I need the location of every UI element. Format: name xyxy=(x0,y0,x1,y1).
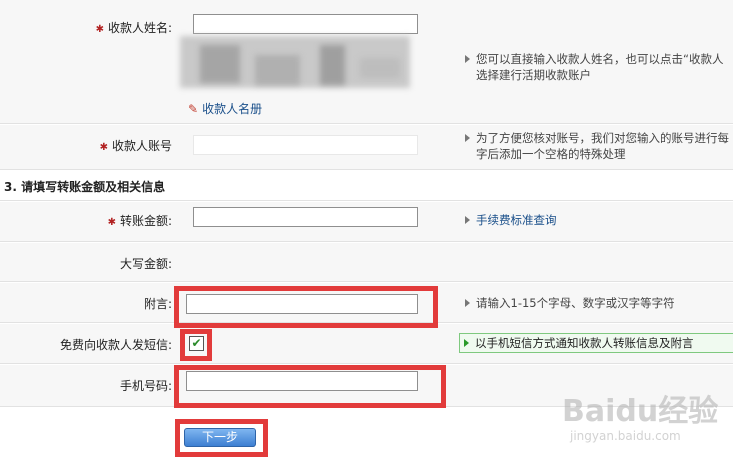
payee-account-input[interactable] xyxy=(193,135,418,155)
phone-highlight-box xyxy=(174,365,446,408)
sms-hint: 以手机短信方式通知收款人转账信息及附言 xyxy=(459,333,733,353)
sms-label: 免费向收款人发短信: xyxy=(59,338,172,352)
redacted-mosaic-part xyxy=(200,45,240,83)
sms-highlight-box xyxy=(180,329,212,361)
payee-name-row: ✱ 收款人姓名: ✎ 收款人名册 您可以直接输入收款人姓名，也可以点击“收款人 选择… xyxy=(0,0,733,124)
amount-label: ✱ 转账金额: xyxy=(107,214,172,228)
amount-upper-row: 大写金额: xyxy=(0,243,733,282)
arrow-icon xyxy=(465,216,470,224)
memo-hint: 请输入1-15个字母、数字或汉字等字符 xyxy=(465,295,675,311)
payee-account-hint: 为了方便您核对账号，我们对您输入的账号进行每 字后添加一个空格的特殊处理 xyxy=(465,130,733,162)
memo-label: 附言: xyxy=(143,297,172,311)
sms-row: 免费向收款人发短信: ✔ 以手机短信方式通知收款人转账信息及附言 xyxy=(0,324,733,364)
section-title: 3. 请填写转账金额及相关信息 xyxy=(0,171,733,201)
fee-link[interactable]: 手续费标准查询 xyxy=(465,212,557,228)
amount-input[interactable] xyxy=(193,207,418,227)
required-star-icon: ✱ xyxy=(107,217,116,228)
arrow-icon xyxy=(465,299,470,307)
arrow-icon xyxy=(465,55,470,63)
payee-name-label: ✱ 收款人姓名: xyxy=(95,21,172,35)
payee-name-hint: 您可以直接输入收款人姓名，也可以点击“收款人 选择建行活期收款账户 xyxy=(465,51,733,83)
required-star-icon: ✱ xyxy=(95,24,104,35)
required-star-icon: ✱ xyxy=(99,142,108,153)
amount-row: ✱ 转账金额: 手续费标准查询 xyxy=(0,202,733,242)
redacted-mosaic-part xyxy=(320,45,345,85)
payee-account-row: ✱ 收款人账号 为了方便您核对账号，我们对您输入的账号进行每 字后添加一个空格的特… xyxy=(0,125,733,170)
redacted-mosaic-part xyxy=(255,55,300,85)
pencil-icon: ✎ xyxy=(188,102,199,116)
payee-account-label: ✱ 收款人账号 xyxy=(99,139,172,153)
next-button-highlight-box xyxy=(175,419,268,457)
memo-highlight-box xyxy=(174,286,438,328)
phone-label: 手机号码: xyxy=(119,379,172,393)
amount-upper-label: 大写金额: xyxy=(119,257,172,271)
payee-book-link[interactable]: ✎ 收款人名册 xyxy=(188,100,262,117)
payee-name-input[interactable] xyxy=(193,14,418,34)
arrow-icon xyxy=(464,339,469,347)
arrow-icon xyxy=(465,134,470,142)
baidu-jingyan-watermark: Baidu经验 jingyan.baidu.com xyxy=(562,394,719,444)
redacted-mosaic-part xyxy=(360,58,400,78)
